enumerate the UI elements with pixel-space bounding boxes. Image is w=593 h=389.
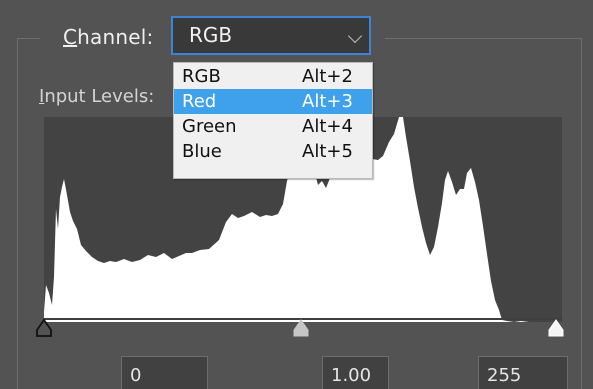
channel-menu-label: Blue [182, 141, 222, 162]
channel-menu-shortcut: Alt+3 [302, 91, 353, 112]
black-point-slider-icon[interactable] [35, 318, 53, 340]
channel-menu-label: Green [182, 116, 237, 137]
white-point-slider-icon[interactable] [547, 318, 565, 340]
channel-label: Channel: [63, 25, 154, 49]
levels-dialog-region: Channel: RGB Input Levels: 0 1.00 255 RG… [0, 0, 593, 389]
gamma-input-field[interactable]: 1.00 [322, 356, 389, 389]
channel-menu-item-blue[interactable]: Blue Alt+5 [174, 139, 372, 164]
channel-select-value: RGB [189, 23, 233, 47]
channel-menu-label: Red [182, 91, 217, 112]
channel-menu-item-red[interactable]: Red Alt+3 [174, 89, 372, 114]
white-input-field[interactable]: 255 [478, 356, 568, 389]
gamma-slider-icon[interactable] [292, 318, 310, 340]
channel-select[interactable]: RGB [171, 16, 371, 55]
channel-menu-shortcut: Alt+4 [302, 116, 353, 137]
chevron-down-icon[interactable] [347, 28, 363, 44]
channel-menu-shortcut: Alt+5 [302, 141, 353, 162]
channel-menu-item-rgb[interactable]: RGB Alt+2 [174, 64, 372, 89]
channel-dropdown-menu: RGB Alt+2 Red Alt+3 Green Alt+4 Blue Alt… [173, 62, 373, 179]
black-input-field[interactable]: 0 [121, 356, 208, 389]
channel-menu-item-green[interactable]: Green Alt+4 [174, 114, 372, 139]
channel-menu-shortcut: Alt+2 [302, 66, 353, 87]
input-levels-label: Input Levels: [39, 86, 155, 107]
channel-menu-label: RGB [182, 66, 221, 87]
